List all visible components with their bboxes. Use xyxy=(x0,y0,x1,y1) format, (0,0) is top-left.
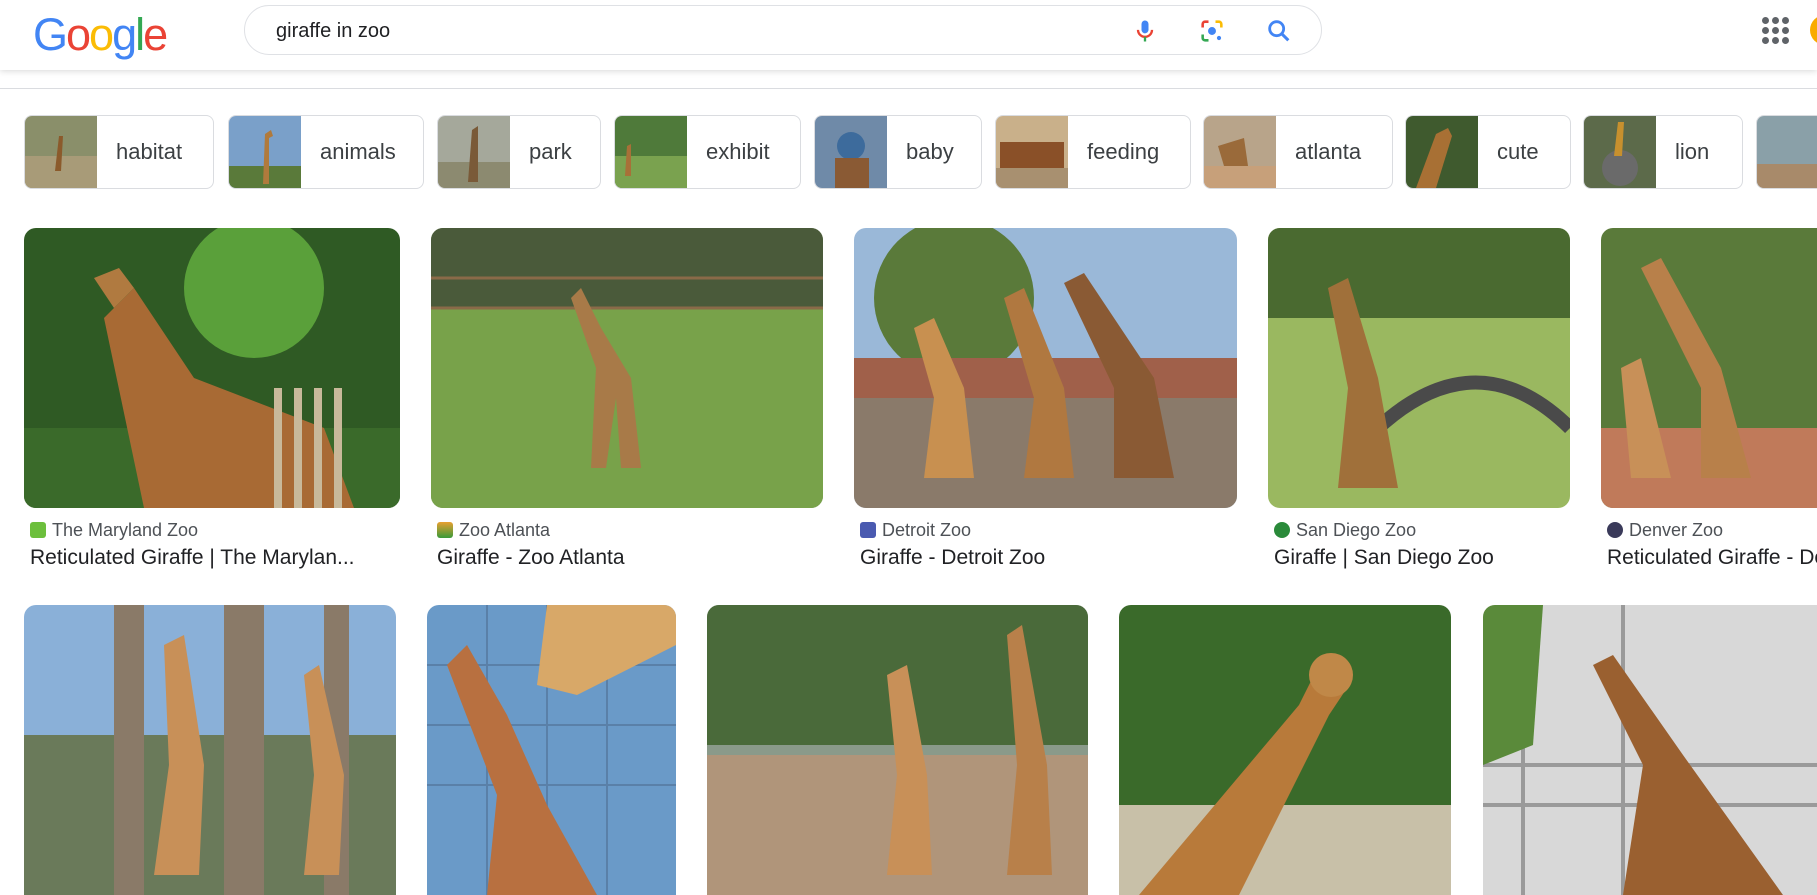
result-thumbnail[interactable] xyxy=(431,228,823,508)
denver-zoo-favicon-icon xyxy=(1607,522,1623,538)
result-title[interactable]: Giraffe | San Diego Zoo xyxy=(1274,546,1570,570)
result-source[interactable]: The Maryland Zoo xyxy=(30,520,198,541)
result-thumbnail[interactable] xyxy=(24,228,400,508)
apps-grid-icon[interactable] xyxy=(1762,17,1789,44)
result-title[interactable]: Giraffe - Zoo Atlanta xyxy=(437,546,822,570)
chip-label: park xyxy=(529,139,572,164)
logo-letter: g xyxy=(112,9,137,60)
result-source[interactable]: Zoo Atlanta xyxy=(437,520,550,541)
source-name: Zoo Atlanta xyxy=(459,520,551,540)
chip-thumbnail xyxy=(229,116,301,188)
logo-letter: l xyxy=(135,9,145,60)
source-name: Denver Zoo xyxy=(1629,520,1724,540)
result-title[interactable]: Reticulated Giraffe | The Marylan... xyxy=(30,546,400,570)
result-source[interactable]: San Diego Zoo xyxy=(1274,520,1416,541)
chip-label: habitat xyxy=(116,139,183,164)
chip-partial[interactable] xyxy=(1756,115,1817,189)
logo-letter: o xyxy=(89,9,114,60)
result-thumbnail[interactable] xyxy=(707,605,1088,895)
result-thumbnail[interactable] xyxy=(1601,228,1817,508)
chip-label: feeding xyxy=(1087,139,1160,164)
chip-thumbnail xyxy=(815,116,887,188)
chip-label: exhibit xyxy=(706,139,770,164)
source-name: San Diego Zoo xyxy=(1296,520,1417,540)
chip-lion[interactable]: lion xyxy=(1583,115,1743,189)
logo-letter: o xyxy=(66,9,91,60)
logo-letter: G xyxy=(33,9,68,60)
search-icon[interactable] xyxy=(1265,17,1293,45)
chip-cute[interactable]: cute xyxy=(1405,115,1571,189)
chip-thumbnail xyxy=(438,116,510,188)
result-title[interactable]: Giraffe - Detroit Zoo xyxy=(860,546,1236,570)
result-thumbnail[interactable] xyxy=(1119,605,1451,895)
source-name: Detroit Zoo xyxy=(882,520,972,540)
microphone-icon[interactable] xyxy=(1131,17,1159,45)
result-thumbnail[interactable] xyxy=(1483,605,1817,895)
result-source[interactable]: Denver Zoo xyxy=(1607,520,1723,541)
chip-atlanta[interactable]: atlanta xyxy=(1203,115,1393,189)
chip-baby[interactable]: baby xyxy=(814,115,982,189)
chip-thumbnail xyxy=(1584,116,1656,188)
chip-park[interactable]: park xyxy=(437,115,601,189)
chip-animals[interactable]: animals xyxy=(228,115,424,189)
detroit-zoo-favicon-icon xyxy=(860,522,876,538)
google-logo[interactable]: Google xyxy=(33,8,168,62)
chip-thumbnail xyxy=(996,116,1068,188)
camera-lens-icon[interactable] xyxy=(1198,17,1226,45)
chip-label: lion xyxy=(1675,139,1710,164)
san-diego-zoo-favicon-icon xyxy=(1274,522,1290,538)
chip-label: baby xyxy=(906,139,954,164)
chip-habitat[interactable]: habitat xyxy=(24,115,214,189)
result-thumbnail[interactable] xyxy=(854,228,1237,508)
chip-thumbnail xyxy=(1757,116,1817,188)
chip-label: cute xyxy=(1497,139,1539,164)
chip-label: atlanta xyxy=(1295,139,1362,164)
result-title[interactable]: Reticulated Giraffe - Denver xyxy=(1607,546,1817,570)
chip-thumbnail xyxy=(25,116,97,188)
chip-exhibit[interactable]: exhibit xyxy=(614,115,801,189)
chip-thumbnail xyxy=(1406,116,1478,188)
result-thumbnail[interactable] xyxy=(427,605,676,895)
maryland-zoo-favicon-icon xyxy=(30,522,46,538)
result-source[interactable]: Detroit Zoo xyxy=(860,520,971,541)
result-thumbnail[interactable] xyxy=(1268,228,1570,508)
chip-feeding[interactable]: feeding xyxy=(995,115,1191,189)
avatar[interactable] xyxy=(1810,15,1817,45)
result-thumbnail[interactable] xyxy=(24,605,396,895)
source-name: The Maryland Zoo xyxy=(52,520,199,540)
chip-thumbnail xyxy=(1204,116,1276,188)
search-box[interactable]: giraffe in zoo xyxy=(244,5,1322,55)
search-input[interactable]: giraffe in zoo xyxy=(276,20,390,43)
logo-letter: e xyxy=(143,9,168,60)
zoo-atlanta-favicon-icon xyxy=(437,522,453,538)
tabs-divider xyxy=(0,88,1817,89)
chip-label: animals xyxy=(320,139,396,164)
top-bar: Google giraffe in zoo xyxy=(0,0,1817,70)
chip-thumbnail xyxy=(615,116,687,188)
